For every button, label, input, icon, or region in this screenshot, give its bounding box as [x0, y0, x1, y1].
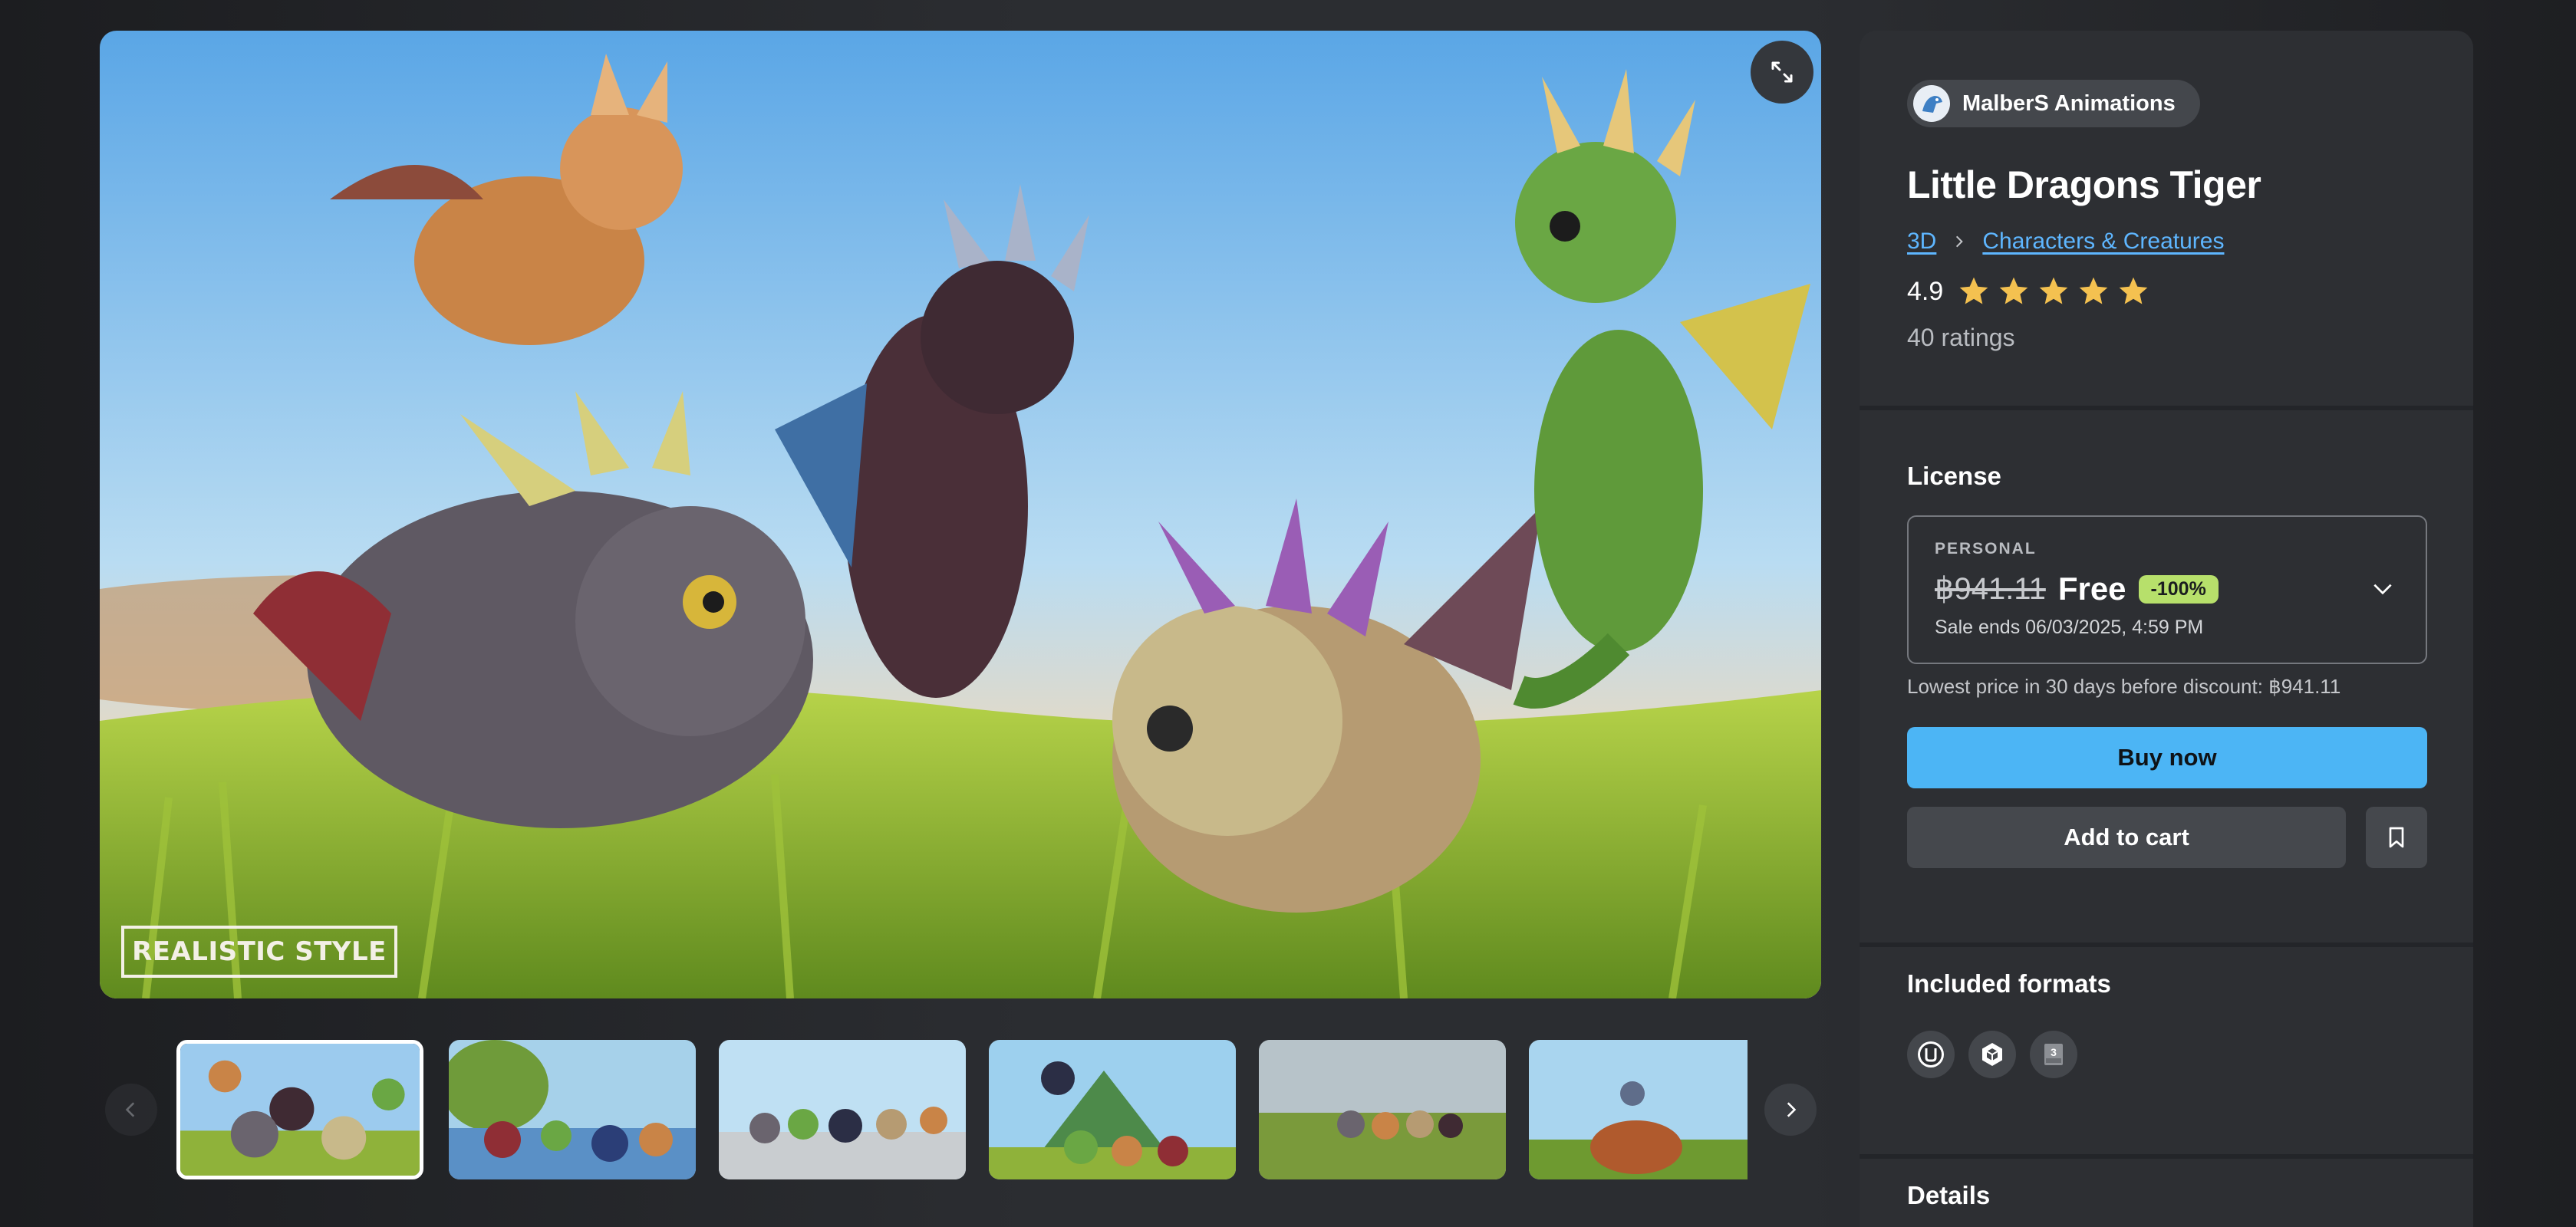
3ds-max-icon: 3: [2030, 1031, 2077, 1078]
gallery-next-button[interactable]: [1764, 1084, 1817, 1136]
seller-logo-icon: [1922, 96, 1942, 113]
buy-now-button[interactable]: Buy now: [1907, 727, 2427, 788]
license-heading: License: [1907, 462, 2001, 490]
star-icon: [1959, 277, 1988, 304]
thumbnail-image: [180, 1044, 420, 1176]
hero-caption: REALISTIC STYLE: [121, 926, 397, 978]
seller-link[interactable]: MalberS Animations: [1907, 80, 2200, 127]
star-icon: [1999, 277, 2028, 304]
bookmark-icon: [2389, 827, 2404, 848]
chevron-down-icon: [2373, 584, 2392, 595]
expand-button[interactable]: [1751, 41, 1813, 104]
thumbnail-image: [1259, 1040, 1506, 1179]
seller-name: MalberS Animations: [1962, 90, 2176, 116]
hero-image[interactable]: [100, 31, 1821, 998]
seller-avatar: [1913, 85, 1950, 122]
product-panel: MalberS Animations Little Dragons Tiger …: [1860, 31, 2473, 1227]
chevron-right-icon: [1956, 235, 1964, 248]
license-tier: PERSONAL: [1935, 540, 2037, 558]
chevron-left-icon: [125, 1102, 135, 1117]
unreal-engine-icon: [1907, 1031, 1955, 1078]
thumbnail-4[interactable]: [989, 1040, 1236, 1179]
breadcrumb: 3D Characters & Creatures: [1907, 229, 2224, 255]
formats-heading: Included formats: [1907, 969, 2111, 998]
formats-list: 3: [1907, 1031, 2077, 1078]
thumbnail-image: [719, 1040, 966, 1179]
rating-count: 40 ratings: [1907, 324, 2015, 351]
discount-badge: -100%: [2138, 574, 2219, 604]
star-icon: [2039, 277, 2068, 304]
rating: 4.9: [1907, 275, 2150, 308]
original-price: ฿941.11: [1935, 572, 2046, 606]
svg-text:3: 3: [2051, 1046, 2057, 1058]
product-header: MalberS Animations Little Dragons Tiger …: [1860, 31, 2473, 410]
gallery-prev-button[interactable]: [105, 1084, 157, 1136]
thumbnail-5[interactable]: [1259, 1040, 1506, 1179]
thumbnail-2[interactable]: [449, 1040, 696, 1179]
wishlist-button[interactable]: [2366, 807, 2427, 868]
thumbnail-3[interactable]: [719, 1040, 966, 1179]
chevron-right-icon: [1787, 1102, 1797, 1117]
rating-value: 4.9: [1907, 276, 1944, 306]
thumbnail-1[interactable]: [176, 1040, 423, 1179]
thumbnail-6[interactable]: [1529, 1040, 1748, 1179]
breadcrumb-characters-creatures[interactable]: Characters & Creatures: [1982, 229, 2224, 255]
details-heading: Details: [1907, 1181, 1991, 1209]
thumbnail-image: [1529, 1040, 1748, 1179]
unity-logo: [1982, 1043, 2002, 1066]
add-to-cart-button[interactable]: Add to cart: [1907, 807, 2346, 868]
star-icon: [2079, 277, 2108, 304]
license-price-row: ฿941.11 Free -100%: [1935, 571, 2219, 607]
product-title: Little Dragons Tiger: [1907, 163, 2261, 206]
3ds-max-logo: 3: [2044, 1044, 2063, 1065]
thumbnail-strip: [176, 1040, 1748, 1179]
thumbnail-image: [989, 1040, 1236, 1179]
thumbnail-image: [449, 1040, 696, 1179]
unity-icon: [1968, 1031, 2016, 1078]
breadcrumb-3d[interactable]: 3D: [1907, 229, 1936, 255]
star-icon: [2119, 277, 2148, 304]
unreal-logo: [1918, 1041, 1944, 1067]
lowest-price-note: Lowest price in 30 days before discount:…: [1907, 675, 2341, 698]
current-price: Free: [2057, 571, 2126, 607]
license-selector[interactable]: PERSONAL ฿941.11 Free -100% Sale ends 06…: [1907, 515, 2427, 664]
expand-icon: [1771, 61, 1793, 83]
sale-ends: Sale ends 06/03/2025, 4:59 PM: [1935, 617, 2204, 638]
hero-illustration: [100, 31, 1821, 998]
